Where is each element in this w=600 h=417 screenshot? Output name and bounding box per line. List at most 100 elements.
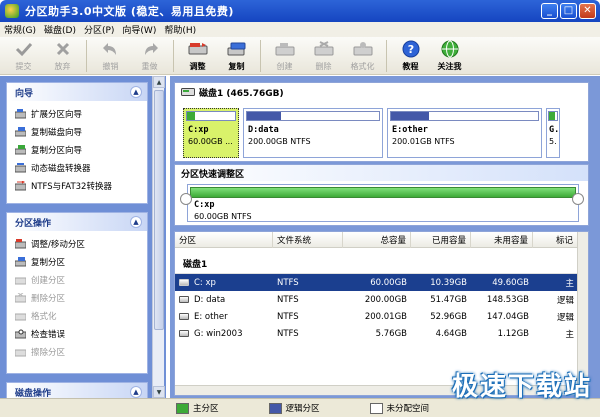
create-icon [275,40,295,58]
submit-button[interactable]: 提交 [4,37,43,75]
table-row[interactable]: D: data NTFS 200.00GB 51.47GB 148.53GB 逻… [175,291,588,308]
cell-flag: 逻辑 [556,295,574,306]
partition-card-e[interactable]: E:other 200.01GB NTFS [387,108,542,158]
table-row[interactable]: E: other NTFS 200.01GB 52.96GB 147.04GB … [175,308,588,325]
partition-card-g[interactable]: G. 5. [546,108,560,158]
x-icon [53,40,73,58]
wizard-panel-header[interactable]: 向导 ▲ [7,83,147,101]
create-partition[interactable]: 创建分区 [15,271,147,289]
undo-button[interactable]: 撤销 [91,37,130,75]
disk-group-label: 磁盘1 [175,252,588,274]
delete-partition[interactable]: 删除分区 [15,289,147,307]
dynamic-disk-icon [15,163,26,173]
partition-card-d[interactable]: D:data 200.00GB NTFS [243,108,383,158]
discard-button[interactable]: 放弃 [43,37,82,75]
quick-resize-panel: 分区快速调整区 C:xp 60.00GB NTFS [174,164,589,226]
column-filesystem[interactable]: 文件系统 [273,232,343,248]
copy-partition[interactable]: 复制分区 [15,253,147,271]
menu-wizard[interactable]: 向导(W) [122,23,156,36]
minimize-button[interactable]: _ [541,3,558,19]
partition-info: 5. [549,137,557,146]
scroll-down-icon[interactable]: ▼ [153,386,165,398]
table-row[interactable]: G: win2003 NTFS 5.76GB 4.64GB 1.12GB 主 [175,325,588,342]
cell-partition: G: win2003 [175,325,273,342]
table-row[interactable]: C: xp NTFS 60.00GB 10.39GB 49.60GB 主 [175,274,588,291]
resize-move-partition-label: 调整/移动分区 [31,240,85,250]
partition-text: C: xp [194,277,216,288]
partition-name: D:data [248,125,279,135]
check-errors-icon [15,329,26,339]
maximize-icon: □ [563,5,574,16]
copy-partition-wizard[interactable]: 复制分区向导 [15,141,147,159]
follow-button[interactable]: 关注我 [430,37,469,75]
create-button[interactable]: 创建 [265,37,304,75]
wizard-icon [15,109,26,119]
cell-total: 200.00GB [364,294,407,305]
cell-partition: D: data [175,291,273,308]
sidebar-scroll-thumb[interactable] [154,90,164,330]
menu-bar: 常规(G) 磁盘(D) 分区(P) 向导(W) 帮助(H) [0,22,600,37]
ntfs-fat32-converter[interactable]: NTFS与FAT32转换器 [15,177,147,195]
cell-filesystem: NTFS [277,277,299,288]
legend-logical: 逻辑分区 [268,402,320,414]
format-button[interactable]: 格式化 [343,37,382,75]
delete-button[interactable]: 删除 [304,37,343,75]
disk-ops-panel-header[interactable]: 磁盘操作 ▲ [7,383,147,398]
partition-info: 200.00GB NTFS [248,137,311,146]
tutorial-label: 教程 [402,62,419,71]
usage-fill [247,112,282,120]
chevron-up-icon[interactable]: ▲ [130,386,142,398]
resize-move-partition[interactable]: 调整/移动分区 [15,235,147,253]
disk-map: 磁盘1 (465.76GB) C:xp 60.00GB ... D:data 2… [174,82,589,162]
tutorial-button[interactable]: ? 教程 [391,37,430,75]
cell-used: 10.39GB [430,277,467,288]
partition-text: E: other [194,311,228,322]
column-flag[interactable]: 标记 [533,232,578,248]
resize-label: 调整 [189,62,206,71]
cell-free: 1.12GB [497,328,529,339]
extend-partition-wizard[interactable]: 扩展分区向导 [15,105,147,123]
minimize-icon: _ [547,5,552,16]
menu-help[interactable]: 帮助(H) [164,23,196,36]
usage-bar [246,111,380,121]
check-errors[interactable]: 检查错误 [15,325,147,343]
column-partition[interactable]: 分区 [175,232,273,248]
cell-partition: C: xp [175,274,273,291]
format-partition[interactable]: 格式化 [15,307,147,325]
column-used[interactable]: 已用容量 [411,232,471,248]
partition-card-c[interactable]: C:xp 60.00GB ... [183,108,239,158]
partition-ops-panel-title: 分区操作 [15,218,52,229]
usage-bar [390,111,539,121]
wipe-partition[interactable]: 擦除分区 [15,343,147,361]
cell-flag: 主 [565,278,574,289]
maximize-button[interactable]: □ [560,3,577,19]
resize-button[interactable]: 调整 [178,37,217,75]
legend-primary-label: 主分区 [193,404,219,414]
scroll-up-icon[interactable]: ▲ [153,76,165,88]
redo-icon [140,40,160,58]
redo-label: 重做 [141,62,158,71]
dynamic-disk-converter[interactable]: 动态磁盘转换器 [15,159,147,177]
sidebar-scrollbar[interactable]: ▲ ▼ [152,76,165,398]
copy-button[interactable]: 复制 [217,37,256,75]
wizard-panel-title: 向导 [15,88,34,99]
partition-ops-panel-header[interactable]: 分区操作 ▲ [7,213,147,231]
format-partition-label: 格式化 [31,312,57,322]
menu-disk[interactable]: 磁盘(D) [44,23,76,36]
resize-handle-left[interactable] [180,193,192,205]
resize-handle-right[interactable] [572,193,584,205]
legend-logical-swatch [268,402,282,414]
disk-ops-panel-title: 磁盘操作 [15,388,52,399]
cell-free: 49.60GB [492,277,529,288]
chevron-up-icon[interactable]: ▲ [130,86,142,98]
resize-icon [15,239,26,249]
column-total[interactable]: 总容量 [343,232,411,248]
menu-partition[interactable]: 分区(P) [84,23,114,36]
chevron-up-icon[interactable]: ▲ [130,216,142,228]
close-button[interactable]: ✕ [579,3,596,19]
copy-disk-wizard[interactable]: 复制磁盘向导 [15,123,147,141]
quick-resize-bar[interactable]: C:xp 60.00GB NTFS [187,184,579,222]
menu-general[interactable]: 常规(G) [4,23,36,36]
redo-button[interactable]: 重做 [130,37,169,75]
column-free[interactable]: 未用容量 [471,232,533,248]
